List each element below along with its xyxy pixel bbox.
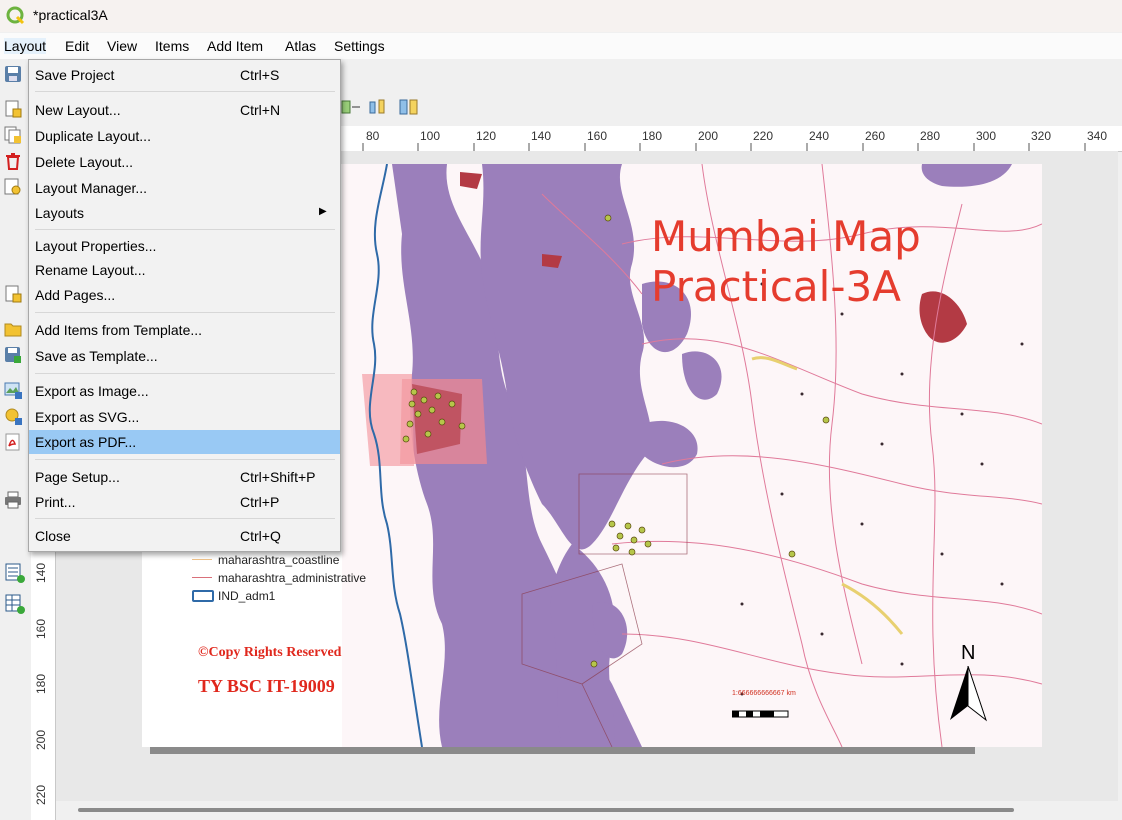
menu-item-new-layout[interactable]: New Layout... Ctrl+N — [29, 98, 340, 122]
resize-icon[interactable] — [398, 98, 420, 118]
map-title: Mumbai Map Practical-3A — [651, 212, 921, 312]
ruler-label: 80 — [366, 129, 380, 143]
menu-items[interactable]: Items — [155, 38, 189, 54]
legend-line-symbol — [192, 559, 212, 560]
map-title-line2: Practical-3A — [651, 262, 901, 311]
menu-item-layout-manager[interactable]: Layout Manager... — [29, 176, 340, 200]
ruler-label: 260 — [865, 129, 886, 143]
horizontal-scrollbar[interactable] — [56, 801, 1118, 820]
ruler-label: 300 — [976, 129, 997, 143]
menu-item-print[interactable]: Print... Ctrl+P — [29, 490, 340, 514]
ruler-label: 240 — [809, 129, 830, 143]
distribute-icon[interactable] — [368, 98, 390, 118]
menu-item-layouts[interactable]: Layouts ▶ — [29, 201, 340, 225]
ruler-label: 280 — [920, 129, 941, 143]
legend-label: IND_adm1 — [218, 589, 276, 603]
ruler-label: 320 — [1031, 129, 1052, 143]
window-title: *practical3A — [33, 7, 108, 23]
ruler-label: 140 — [531, 129, 552, 143]
layout-menu-dropdown: Save Project Ctrl+S New Layout... Ctrl+N… — [28, 59, 341, 552]
map-legend: maharashtra_coastline maharashtra_admini… — [190, 551, 366, 605]
legend-item: maharashtra_administrative — [190, 569, 366, 587]
print-icon — [5, 491, 21, 509]
save-template-icon — [5, 347, 21, 363]
pdf-icon — [5, 433, 20, 451]
menu-item-page-setup[interactable]: Page Setup... Ctrl+Shift+P — [29, 465, 340, 489]
menu-item-export-image[interactable]: Export as Image... — [29, 379, 340, 403]
north-arrow-label: N — [961, 642, 976, 664]
add-pages-icon — [5, 285, 22, 303]
ruler-label: 200 — [34, 729, 48, 750]
export-svg-icon — [5, 408, 22, 425]
ruler-label: 160 — [34, 618, 48, 639]
legend-item: IND_adm1 — [190, 587, 366, 605]
save-icon — [5, 66, 21, 82]
submenu-arrow-icon: ▶ — [319, 206, 327, 217]
scrollbar-thumb[interactable] — [78, 808, 1014, 812]
horizontal-ruler: 80 100 120 140 160 180 200 220 240 260 2… — [338, 126, 1122, 152]
menu-atlas[interactable]: Atlas — [285, 38, 316, 54]
menu-bar: Layout Edit View Items Add Item Atlas Se… — [0, 33, 1122, 59]
title-bar: *practical3A — [0, 0, 1122, 32]
menu-view[interactable]: View — [107, 38, 137, 54]
left-tool-strip — [0, 551, 31, 820]
ruler-label: 220 — [34, 784, 48, 805]
add-attribute-table-icon[interactable] — [4, 562, 26, 584]
menu-add-item[interactable]: Add Item — [207, 38, 263, 54]
ruler-label: 160 — [587, 129, 608, 143]
legend-polygon-symbol — [192, 590, 214, 602]
scale-bar-graphic — [731, 710, 789, 718]
ruler-label: 220 — [753, 129, 774, 143]
north-arrow-icon — [950, 666, 987, 722]
ruler-label: 180 — [34, 673, 48, 694]
scale-bar-text: 1:666666666667 km — [732, 690, 796, 697]
legend-label: maharashtra_coastline — [218, 553, 340, 567]
ruler-label: 200 — [698, 129, 719, 143]
menu-item-save-project[interactable]: Save Project Ctrl+S — [29, 63, 340, 87]
ruler-ticks — [362, 143, 1086, 151]
menu-item-add-pages[interactable]: Add Pages... — [29, 283, 340, 307]
align-icon[interactable] — [340, 98, 362, 118]
menu-separator — [35, 459, 335, 460]
menu-separator — [35, 373, 335, 374]
menu-edit[interactable]: Edit — [65, 38, 89, 54]
menu-item-add-items-from-template[interactable]: Add Items from Template... — [29, 318, 340, 342]
vertical-ruler: 140 160 180 200 220 — [31, 551, 56, 820]
legend-label: maharashtra_administrative — [218, 571, 367, 585]
scale-bar: 1:666666666667 km — [731, 690, 796, 722]
menu-separator — [35, 91, 335, 92]
delete-icon — [6, 153, 20, 170]
student-label: TY BSC IT-19009 — [198, 676, 335, 696]
ruler-label: 120 — [476, 129, 497, 143]
menu-item-delete-layout[interactable]: Delete Layout... — [29, 150, 340, 174]
menu-item-close[interactable]: Close Ctrl+Q — [29, 524, 340, 548]
menu-item-export-pdf[interactable]: Export as PDF... — [29, 430, 340, 454]
map-title-line1: Mumbai Map — [651, 212, 921, 261]
menu-item-export-svg[interactable]: Export as SVG... — [29, 405, 340, 429]
menu-item-rename-layout[interactable]: Rename Layout... — [29, 258, 340, 282]
menu-item-layout-properties[interactable]: Layout Properties... — [29, 234, 340, 258]
menu-item-save-as-template[interactable]: Save as Template... — [29, 344, 340, 368]
copyright-label: ©Copy Rights Reserved — [198, 645, 342, 660]
menu-item-duplicate-layout[interactable]: Duplicate Layout... — [29, 124, 340, 148]
layout-manager-icon — [4, 178, 21, 195]
folder-icon — [4, 323, 22, 337]
menu-separator — [35, 229, 335, 230]
duplicate-layout-icon — [4, 126, 21, 144]
menu-layout[interactable]: Layout — [4, 38, 47, 54]
menu-separator — [35, 518, 335, 519]
export-image-icon — [4, 382, 22, 399]
legend-line-symbol — [192, 577, 212, 578]
ruler-label: 180 — [642, 129, 663, 143]
qgis-logo-icon — [6, 6, 25, 25]
ruler-label: 100 — [420, 129, 441, 143]
add-table-icon[interactable] — [4, 593, 26, 615]
menu-settings[interactable]: Settings — [334, 38, 385, 54]
new-layout-icon — [5, 100, 22, 118]
legend-item: maharashtra_coastline — [190, 551, 366, 569]
ruler-label: 140 — [34, 562, 48, 583]
menu-separator — [35, 312, 335, 313]
ruler-label: 340 — [1087, 129, 1108, 143]
